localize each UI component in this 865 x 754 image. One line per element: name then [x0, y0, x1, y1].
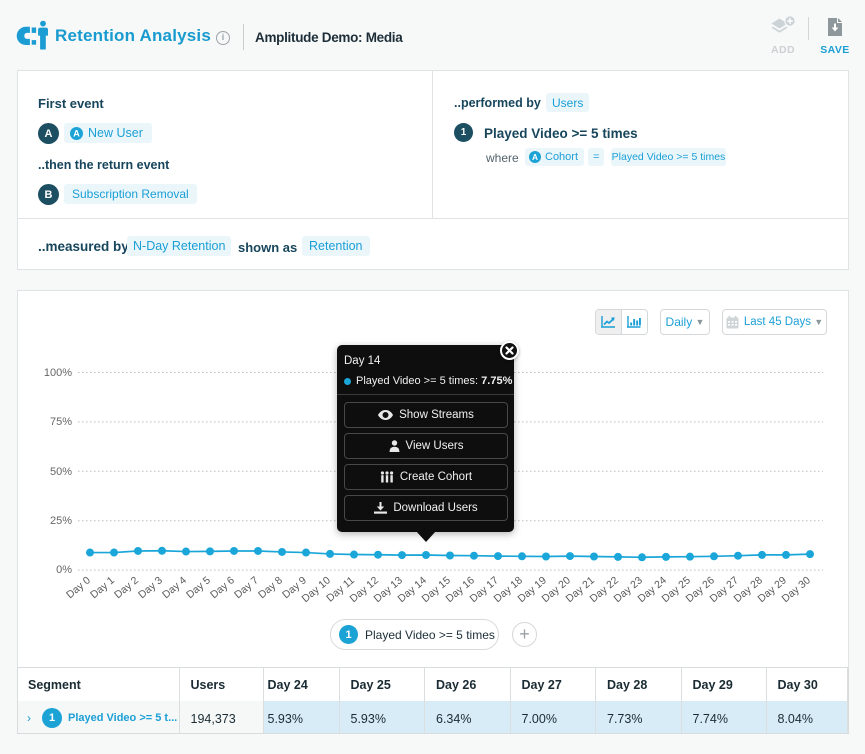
- svg-text:A: A: [73, 128, 80, 138]
- svg-text:A: A: [532, 152, 538, 162]
